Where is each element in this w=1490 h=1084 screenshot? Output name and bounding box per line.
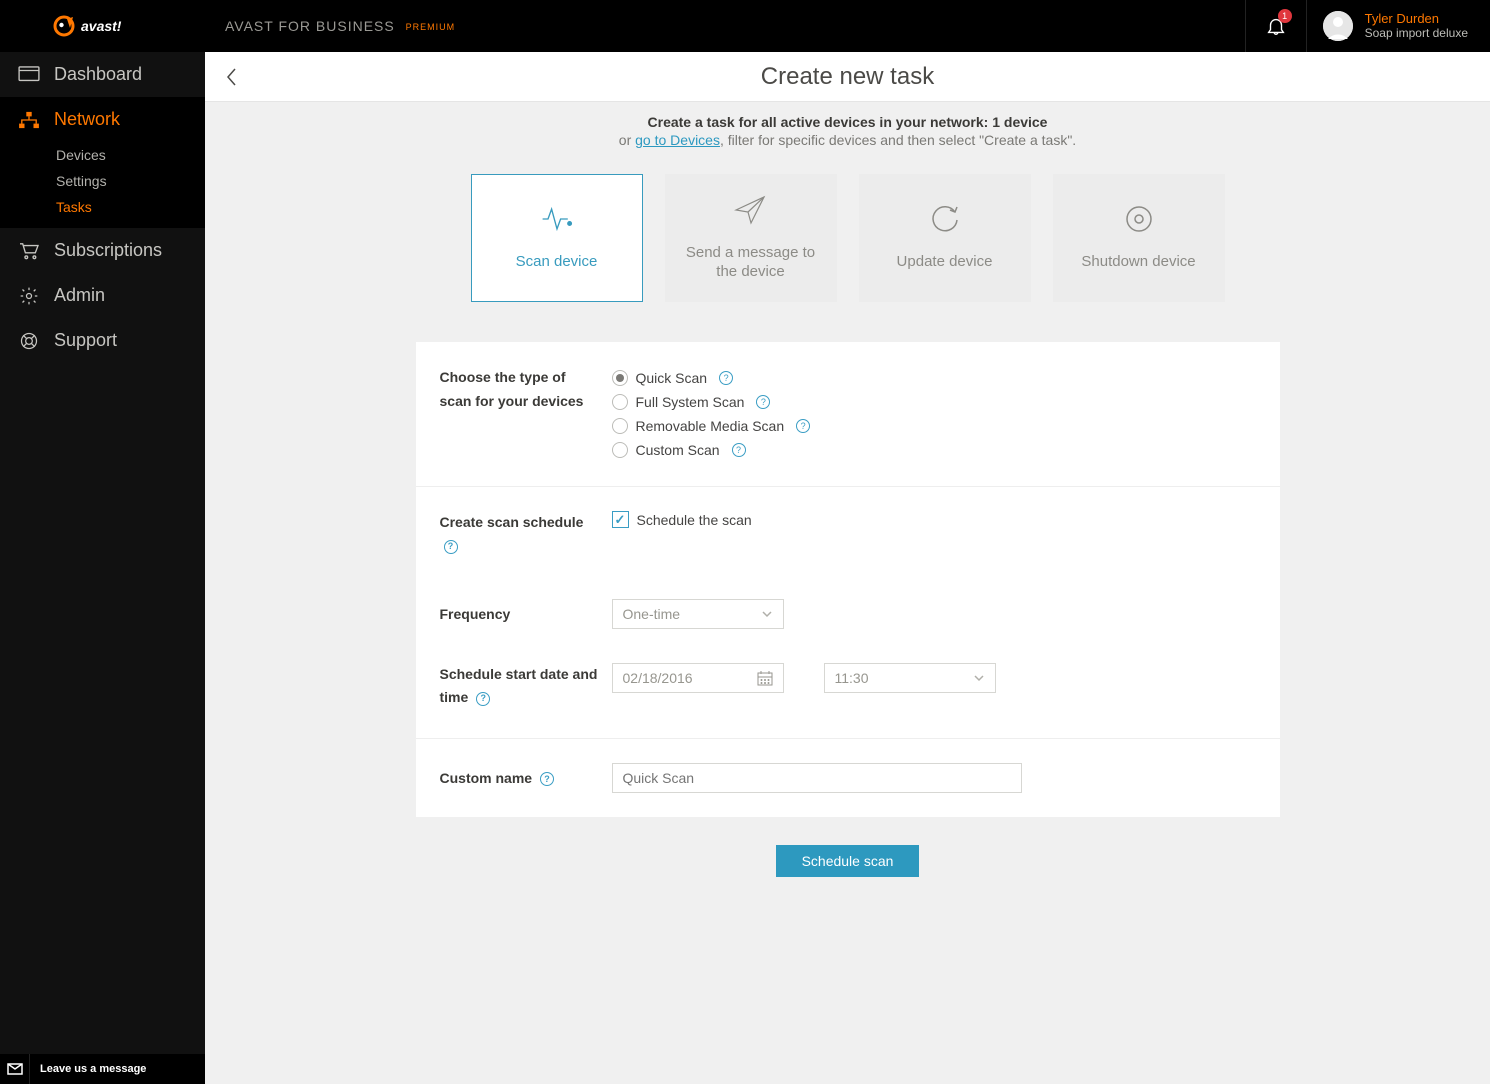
chat-label: Leave us a message bbox=[30, 1063, 146, 1075]
sidebar-item-dashboard[interactable]: Dashboard bbox=[0, 52, 205, 97]
user-subtitle: Soap import deluxe bbox=[1365, 26, 1468, 41]
refresh-icon bbox=[929, 204, 961, 234]
radio-input[interactable] bbox=[612, 442, 628, 458]
lifebuoy-icon bbox=[18, 331, 40, 351]
sidebar-item-label: Support bbox=[54, 330, 117, 351]
form-card: Choose the type of scan for your devices… bbox=[416, 342, 1280, 817]
help-icon[interactable]: ? bbox=[756, 395, 770, 409]
radio-input[interactable] bbox=[612, 370, 628, 386]
help-icon[interactable]: ? bbox=[476, 692, 490, 706]
task-card-shutdown[interactable]: Shutdown device bbox=[1053, 174, 1225, 302]
shutdown-icon bbox=[1123, 204, 1155, 234]
section-scan-type: Choose the type of scan for your devices… bbox=[416, 342, 1280, 487]
sidebar-item-label: Dashboard bbox=[54, 64, 142, 85]
schedule-label: Create scan schedule ? bbox=[440, 511, 600, 559]
time-value: 11:30 bbox=[835, 670, 869, 686]
sidebar-sub-item-settings[interactable]: Settings bbox=[0, 168, 205, 194]
radio-removable-media-scan[interactable]: Removable Media Scan ? bbox=[612, 414, 1256, 438]
custom-name-label: Custom name ? bbox=[440, 763, 600, 793]
task-card-label: Scan device bbox=[504, 252, 610, 272]
sidebar-item-subscriptions[interactable]: Subscriptions bbox=[0, 228, 205, 273]
user-menu[interactable]: Tyler Durden Soap import deluxe bbox=[1307, 0, 1490, 52]
section-schedule: Create scan schedule ? Schedule the scan… bbox=[416, 487, 1280, 739]
frequency-label: Frequency bbox=[440, 599, 600, 629]
scan-type-label: Choose the type of scan for your devices bbox=[440, 366, 600, 462]
help-icon[interactable]: ? bbox=[540, 772, 554, 786]
avast-logo[interactable]: avast! bbox=[0, 0, 205, 52]
task-card-label: Update device bbox=[885, 252, 1005, 272]
chevron-left-icon bbox=[225, 67, 239, 87]
chat-bar[interactable]: Leave us a message bbox=[0, 1054, 205, 1084]
task-card-label: Shutdown device bbox=[1069, 252, 1207, 272]
sidebar-item-label: Admin bbox=[54, 285, 105, 306]
radio-label: Custom Scan bbox=[636, 442, 720, 458]
schedule-checkbox-row[interactable]: Schedule the scan bbox=[612, 511, 1256, 528]
chevron-down-icon bbox=[973, 674, 985, 682]
chat-icon bbox=[0, 1054, 30, 1084]
sidebar-item-support[interactable]: Support bbox=[0, 318, 205, 363]
task-card-label: Send a message to the device bbox=[665, 243, 837, 282]
task-card-update[interactable]: Update device bbox=[859, 174, 1031, 302]
radio-label: Removable Media Scan bbox=[636, 418, 785, 434]
radio-label: Full System Scan bbox=[636, 394, 745, 410]
intro-line2: or go to Devices, filter for specific de… bbox=[205, 132, 1490, 148]
task-card-scan[interactable]: Scan device bbox=[471, 174, 643, 302]
sidebar-sub-item-devices[interactable]: Devices bbox=[0, 142, 205, 168]
send-icon bbox=[734, 195, 768, 225]
sidebar-item-network[interactable]: Network bbox=[0, 97, 205, 142]
custom-name-input[interactable] bbox=[612, 763, 1022, 793]
schedule-scan-button[interactable]: Schedule scan bbox=[776, 845, 920, 877]
checkbox-label: Schedule the scan bbox=[637, 512, 752, 528]
user-name: Tyler Durden bbox=[1365, 11, 1468, 26]
header: avast! AVAST FOR BUSINESS PREMIUM 1 Tyle… bbox=[0, 0, 1490, 52]
dashboard-icon bbox=[18, 66, 40, 84]
date-value: 02/18/2016 bbox=[623, 670, 693, 686]
help-icon[interactable]: ? bbox=[444, 540, 458, 554]
product-title: AVAST FOR BUSINESS PREMIUM bbox=[225, 18, 455, 34]
radio-quick-scan[interactable]: Quick Scan ? bbox=[612, 366, 1256, 390]
radio-full-system-scan[interactable]: Full System Scan ? bbox=[612, 390, 1256, 414]
svg-text:avast!: avast! bbox=[81, 18, 122, 34]
sidebar-item-label: Network bbox=[54, 109, 120, 130]
page-title: Create new task bbox=[205, 63, 1490, 91]
radio-custom-scan[interactable]: Custom Scan ? bbox=[612, 438, 1256, 462]
calendar-icon bbox=[757, 670, 773, 686]
section-custom-name: Custom name ? bbox=[416, 739, 1280, 817]
radio-label: Quick Scan bbox=[636, 370, 708, 386]
intro-bold: Create a task for all active devices in … bbox=[205, 114, 1490, 130]
page-bar: Create new task bbox=[205, 52, 1490, 102]
sidebar-item-label: Subscriptions bbox=[54, 240, 162, 261]
intro-text: Create a task for all active devices in … bbox=[205, 102, 1490, 174]
avatar bbox=[1323, 11, 1353, 41]
help-icon[interactable]: ? bbox=[796, 419, 810, 433]
main-content: Create new task Create a task for all ac… bbox=[205, 0, 1490, 1084]
chevron-down-icon bbox=[761, 610, 773, 618]
sidebar: Dashboard Network Devices Settings Tasks… bbox=[0, 0, 205, 1084]
start-date-label: Schedule start date and time ? bbox=[440, 663, 600, 711]
start-time-select[interactable]: 11:30 bbox=[824, 663, 996, 693]
radio-input[interactable] bbox=[612, 418, 628, 434]
notifications-button[interactable]: 1 bbox=[1245, 0, 1307, 52]
sidebar-item-admin[interactable]: Admin bbox=[0, 273, 205, 318]
go-to-devices-link[interactable]: go to Devices bbox=[635, 132, 720, 148]
task-card-message[interactable]: Send a message to the device bbox=[665, 174, 837, 302]
task-type-cards: Scan device Send a message to the device… bbox=[205, 174, 1490, 342]
start-date-input[interactable]: 02/18/2016 bbox=[612, 663, 784, 693]
schedule-checkbox[interactable] bbox=[612, 511, 629, 528]
notification-count-badge: 1 bbox=[1278, 9, 1292, 23]
select-value: One-time bbox=[623, 606, 681, 622]
help-icon[interactable]: ? bbox=[732, 443, 746, 457]
back-button[interactable] bbox=[205, 67, 259, 87]
sidebar-sub-item-tasks[interactable]: Tasks bbox=[0, 194, 205, 220]
help-icon[interactable]: ? bbox=[719, 371, 733, 385]
cart-icon bbox=[18, 242, 40, 260]
scan-icon bbox=[539, 204, 575, 234]
network-icon bbox=[18, 111, 40, 129]
premium-badge: PREMIUM bbox=[406, 22, 456, 32]
sidebar-sub-network: Devices Settings Tasks bbox=[0, 142, 205, 228]
gear-icon bbox=[18, 286, 40, 306]
frequency-select[interactable]: One-time bbox=[612, 599, 784, 629]
radio-input[interactable] bbox=[612, 394, 628, 410]
